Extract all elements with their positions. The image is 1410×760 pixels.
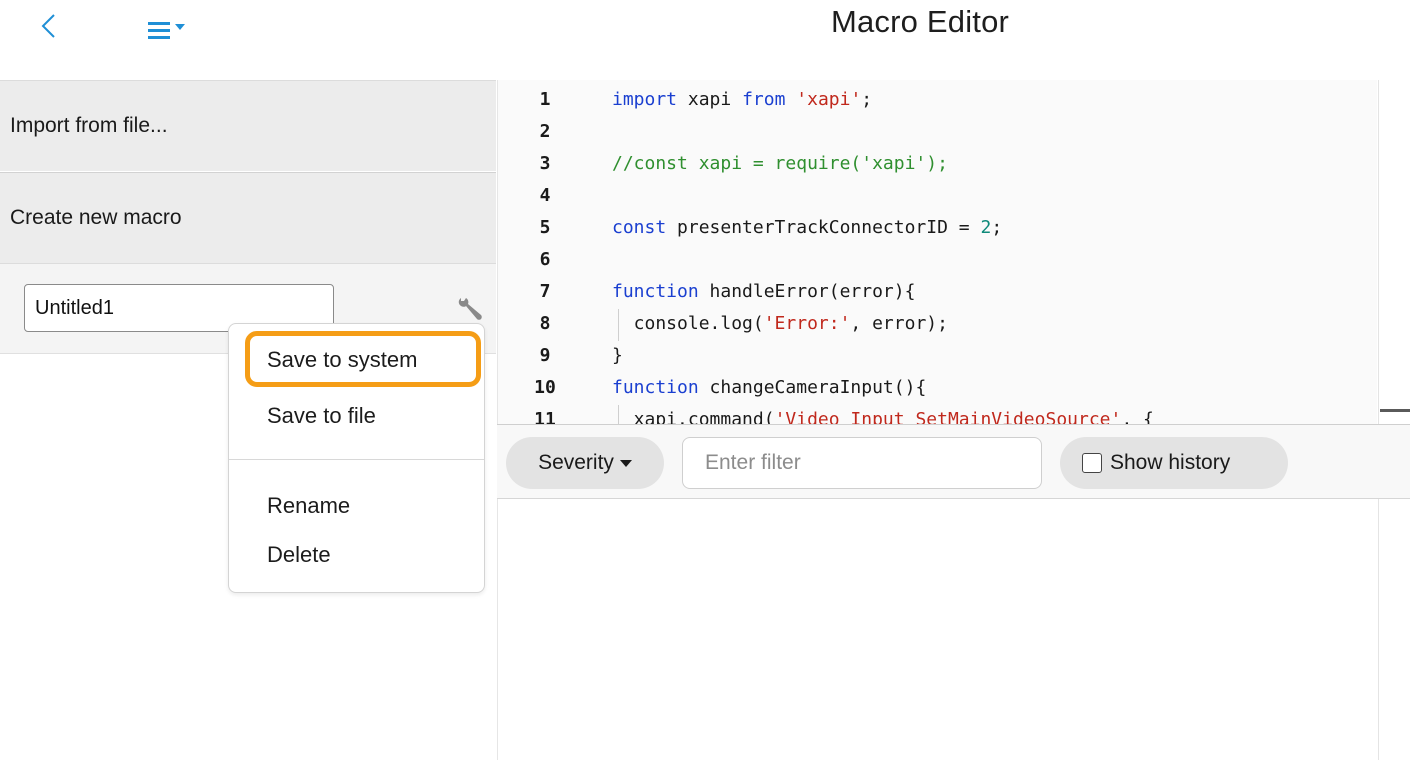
code-token: 'Video Input SetMainVideoSource'	[774, 409, 1122, 424]
line-number: 3	[539, 153, 551, 174]
caret-down-icon	[619, 459, 632, 467]
code-token: from	[742, 89, 786, 110]
code-token: , {	[1121, 409, 1154, 424]
severity-label: Severity	[538, 451, 614, 474]
code-text: console.log('Error:', error);	[612, 308, 948, 340]
code-line[interactable]: 2	[498, 116, 1377, 148]
code-text: xapi.command('Video Input SetMainVideoSo…	[612, 404, 1154, 424]
code-token: import	[612, 89, 678, 110]
code-token: xapi.command(	[612, 409, 775, 424]
code-text: }	[612, 340, 623, 372]
line-number: 2	[539, 121, 551, 142]
code-line[interactable]: 9}	[498, 340, 1377, 372]
code-token: xapi	[677, 89, 743, 110]
log-output	[497, 499, 1377, 760]
code-line[interactable]: 3 //const xapi = require('xapi');	[498, 148, 1377, 180]
code-token: changeCameraInput(){	[698, 377, 927, 398]
header-bar: Macro Editor	[0, 0, 1410, 80]
code-editor[interactable]: 1 import xapi from 'xapi'; 2 3//const xapi …	[497, 80, 1377, 424]
macro-settings-button[interactable]	[455, 294, 485, 324]
code-text: function changeCameraInput(){	[612, 372, 926, 404]
code-token: function	[612, 281, 699, 302]
code-text: import xapi from 'xapi';	[612, 84, 872, 116]
code-token: ;	[991, 217, 1003, 238]
line-number: 6	[539, 249, 551, 270]
code-line[interactable]: 7 function handleError(error){	[498, 276, 1377, 308]
show-history-checkbox[interactable]	[1082, 453, 1102, 473]
code-token: handleError(error){	[698, 281, 916, 302]
save-to-system-menu-item[interactable]: Save to system	[245, 331, 481, 387]
code-line[interactable]: 4	[498, 180, 1377, 212]
code-token: }	[612, 345, 623, 366]
wrench-icon	[458, 298, 482, 320]
code-line[interactable]: 11 xapi.command('Video Input SetMainVide…	[498, 404, 1377, 424]
code-token: const	[612, 217, 667, 238]
scroll-marker	[1380, 409, 1410, 412]
log-toolbar: Severity Show history	[497, 424, 1410, 499]
code-token: 'xapi'	[796, 89, 862, 110]
line-number: 5	[539, 217, 551, 238]
code-line[interactable]: 10 function changeCameraInput(){	[498, 372, 1377, 404]
line-number: 9	[539, 345, 551, 366]
severity-dropdown[interactable]: Severity	[506, 437, 664, 489]
code-token: function	[612, 377, 699, 398]
code-text: function handleError(error){	[612, 276, 915, 308]
code-token: //const xapi = require('xapi');	[612, 153, 948, 174]
macro-options-menu: Save to system Save to file Rename Delet…	[228, 323, 485, 593]
code-line[interactable]: 8 console.log('Error:', error);	[498, 308, 1377, 340]
code-token: ;	[861, 89, 873, 110]
line-number: 11	[534, 409, 556, 424]
show-history-toggle[interactable]: Show history	[1060, 437, 1288, 489]
code-line[interactable]: 1 import xapi from 'xapi';	[498, 84, 1377, 116]
code-token: console.log(	[612, 313, 764, 334]
rename-menu-item[interactable]: Rename	[267, 493, 350, 519]
save-to-system-label: Save to system	[267, 347, 418, 372]
line-number: 8	[539, 313, 551, 334]
delete-menu-item[interactable]: Delete	[267, 542, 331, 568]
show-history-label: Show history	[1110, 451, 1231, 474]
page-title: Macro Editor	[830, 4, 1010, 39]
line-number: 7	[539, 281, 551, 302]
create-new-macro-button[interactable]: Create new macro	[0, 172, 496, 263]
editor-scrollbar[interactable]	[1378, 80, 1410, 424]
code-line[interactable]: 5 const presenterTrackConnectorID = 2;	[498, 212, 1377, 244]
code-text: const presenterTrackConnectorID = 2;	[612, 212, 1002, 244]
code-token: presenterTrackConnectorID =	[666, 217, 981, 238]
line-number: 10	[534, 377, 556, 398]
log-filter-input[interactable]	[682, 437, 1042, 489]
code-token: , error);	[850, 313, 948, 334]
code-text: //const xapi = require('xapi');	[612, 148, 948, 180]
code-token: 2	[980, 217, 992, 238]
code-token: 'Error:'	[763, 313, 851, 334]
log-scrollbar[interactable]	[1378, 499, 1410, 760]
line-number: 4	[539, 185, 551, 206]
code-line[interactable]: 6	[498, 244, 1377, 276]
line-number: 1	[539, 89, 551, 110]
menu-divider	[229, 459, 484, 460]
save-to-file-menu-item[interactable]: Save to file	[267, 403, 376, 429]
import-from-file-button[interactable]: Import from file...	[0, 80, 496, 171]
